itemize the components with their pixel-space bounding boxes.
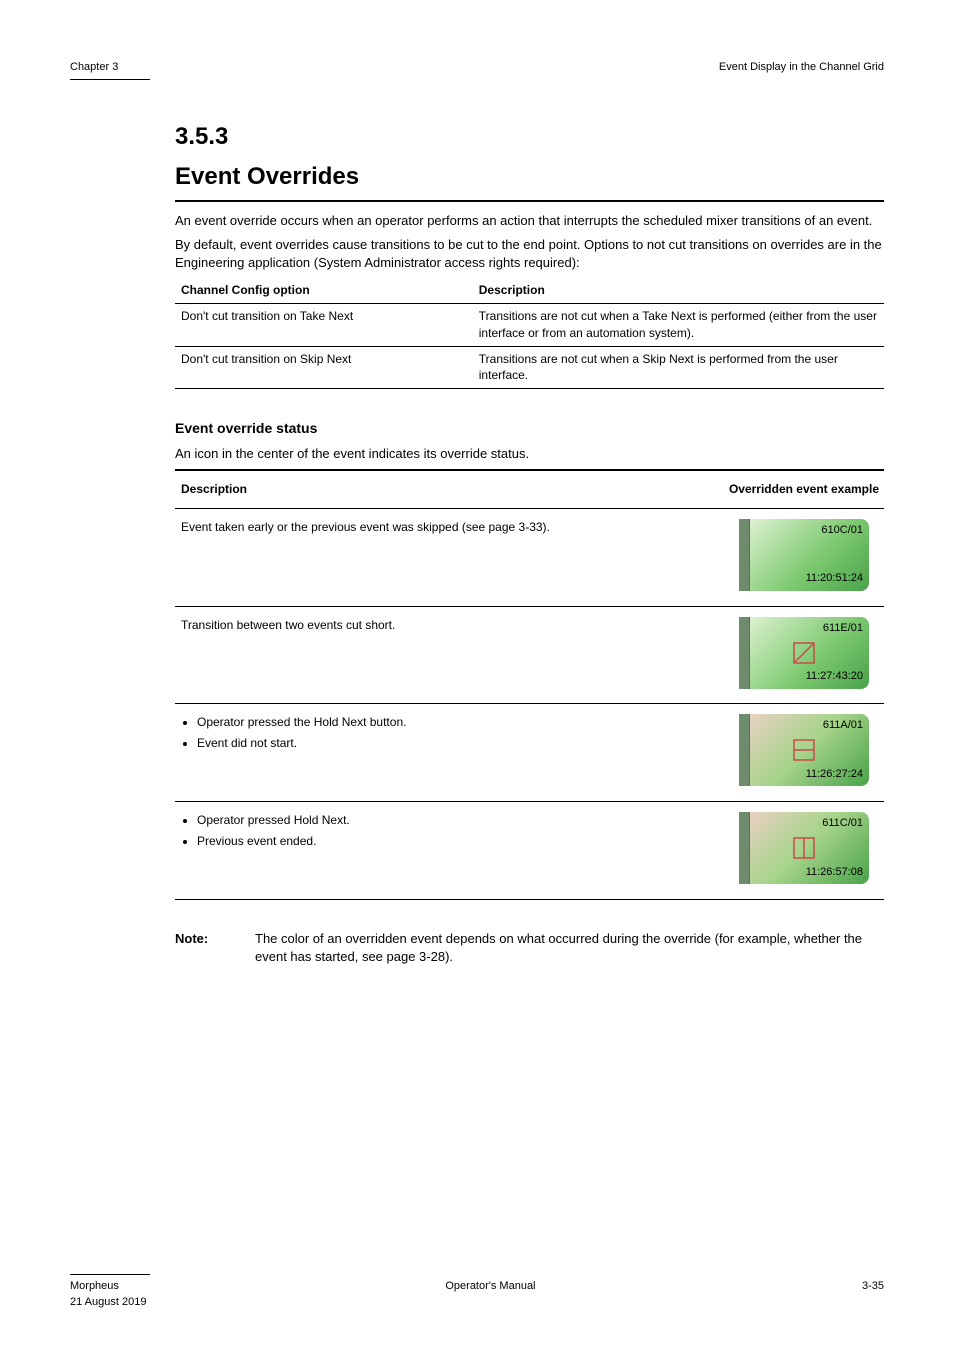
options-cell: Don't cut transition on Skip Next [175, 346, 473, 389]
event-desc-item: Operator pressed Hold Next. [197, 812, 712, 829]
event-table: Description Overridden event example Eve… [175, 469, 884, 900]
chip-time: 11:26:57:08 [806, 865, 863, 880]
options-cell: Transitions are not cut when a Take Next… [473, 303, 884, 346]
event-chip: 611C/01 11:26:57:08 [739, 812, 869, 884]
chip-sidebar [739, 617, 750, 689]
event-chip: 611A/01 11:26:27:24 [739, 714, 869, 786]
note-block: Note: The color of an overridden event d… [175, 930, 884, 966]
note-label: Note: [175, 930, 225, 966]
footer-right: 3-35 [862, 1279, 884, 1294]
event-chip-cell: 611A/01 11:26:27:24 [718, 704, 884, 802]
footer-left: Morpheus [70, 1279, 119, 1294]
chip-sidebar [739, 812, 750, 884]
page-header: Chapter 3 Event Display in the Channel G… [70, 60, 884, 75]
cut-short-icon [793, 642, 815, 664]
event-desc: Operator pressed the Hold Next button. E… [175, 704, 718, 802]
event-chip: 610C/01 11:20:51:24 [739, 519, 869, 591]
event-desc-item: Event did not start. [197, 735, 712, 752]
section-number: 3.5.3 [175, 120, 884, 154]
chip-title: 611A/01 [823, 718, 863, 733]
subsection-title: Event override status [175, 419, 884, 439]
section-title: Event Overrides [175, 160, 884, 202]
hold-prevended-icon [793, 837, 815, 859]
header-rule [70, 79, 150, 80]
event-desc: Operator pressed Hold Next. Previous eve… [175, 802, 718, 900]
options-header-0: Channel Config option [175, 278, 473, 303]
event-chip: 611E/01 11:27:43:20 [739, 617, 869, 689]
section-intro: An event override occurs when an operato… [175, 212, 884, 230]
options-cell: Transitions are not cut when a Skip Next… [473, 346, 884, 389]
chip-time: 11:26:27:24 [806, 767, 863, 782]
chip-sidebar [739, 519, 750, 591]
content-body: 3.5.3 Event Overrides An event override … [175, 120, 884, 966]
options-cell: Don't cut transition on Take Next [175, 303, 473, 346]
header-topic: Event Display in the Channel Grid [719, 60, 884, 75]
event-chip-cell: 611C/01 11:26:57:08 [718, 802, 884, 900]
event-desc-item: Operator pressed the Hold Next button. [197, 714, 712, 731]
footer-center: Operator's Manual [445, 1279, 535, 1294]
event-desc: Transition between two events cut short. [175, 606, 718, 704]
event-chip-cell: 611E/01 11:27:43:20 [718, 606, 884, 704]
hold-notstarted-icon [793, 739, 815, 761]
header-chapter: Chapter 3 [70, 60, 118, 75]
subsection-intro: An icon in the center of the event indic… [175, 445, 884, 463]
chip-time: 11:27:43:20 [806, 669, 863, 684]
event-desc-item: Previous event ended. [197, 833, 712, 850]
footer-date: 21 August 2019 [70, 1295, 884, 1310]
chip-sidebar [739, 714, 750, 786]
event-header-0: Description [175, 470, 718, 508]
chip-title: 611E/01 [823, 621, 863, 636]
note-text: The color of an overridden event depends… [255, 930, 884, 966]
chip-time: 11:20:51:24 [806, 571, 863, 586]
page: Chapter 3 Event Display in the Channel G… [0, 0, 954, 1350]
chip-title: 611C/01 [822, 816, 863, 831]
event-desc: Event taken early or the previous event … [175, 508, 718, 606]
options-table: Channel Config option Description Don't … [175, 278, 884, 389]
chip-title: 610C/01 [821, 523, 863, 538]
footer-rule [70, 1274, 150, 1275]
options-header-1: Description [473, 278, 884, 303]
event-header-1: Overridden event example [718, 470, 884, 508]
section-body: By default, event overrides cause transi… [175, 236, 884, 272]
page-footer: Morpheus Operator's Manual 3-35 21 Augus… [70, 1274, 884, 1310]
event-chip-cell: 610C/01 11:20:51:24 [718, 508, 884, 606]
